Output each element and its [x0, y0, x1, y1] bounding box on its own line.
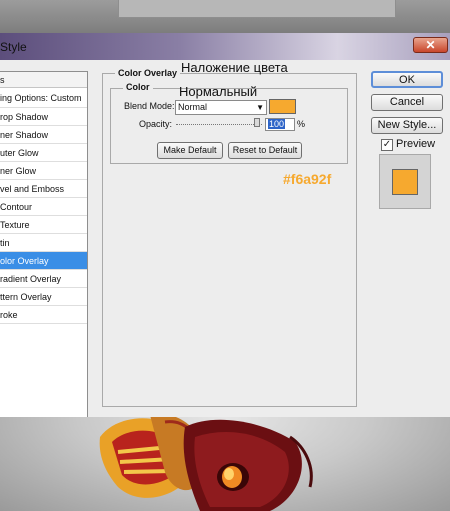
background-field — [118, 0, 396, 18]
annotation-blend-ru: Нормальный — [179, 84, 258, 99]
opacity-value: 100 — [268, 119, 286, 129]
opacity-slider-thumb[interactable] — [254, 118, 260, 127]
preview-swatch — [392, 169, 418, 195]
opacity-unit: % — [297, 119, 306, 129]
style-item[interactable]: olor Overlay — [0, 252, 87, 270]
style-item[interactable]: Texture — [0, 216, 87, 234]
close-button[interactable]: ✕ — [413, 37, 448, 53]
annotation-hex-color: #f6a92f — [283, 171, 332, 187]
opacity-slider-track[interactable] — [176, 124, 262, 125]
annotation-title-ru: Наложение цвета — [181, 60, 288, 75]
style-item[interactable]: Contour — [0, 198, 87, 216]
title-bar[interactable]: Style ✕ — [0, 33, 450, 60]
styles-list: s ing Options: Custom rop Shadow ner Shad… — [0, 71, 88, 437]
preview-label: Preview — [396, 138, 436, 150]
style-item[interactable]: roke — [0, 306, 87, 324]
style-item[interactable]: ttern Overlay — [0, 288, 87, 306]
opacity-label: Opacity: — [139, 119, 173, 129]
make-default-button[interactable]: Make Default — [157, 142, 223, 159]
desktop-strip — [0, 0, 450, 33]
document-canvas — [0, 417, 450, 511]
blend-mode-value: Normal — [178, 102, 208, 112]
blending-options-item[interactable]: ing Options: Custom — [0, 88, 87, 108]
blend-mode-label: Blend Mode: — [124, 101, 175, 111]
overlay-color-swatch[interactable] — [269, 99, 296, 114]
chevron-down-icon: ▼ — [256, 103, 264, 112]
reset-to-default-button[interactable]: Reset to Default — [228, 142, 302, 159]
styles-header[interactable]: s — [0, 72, 87, 88]
style-item[interactable]: vel and Emboss — [0, 180, 87, 198]
style-item[interactable]: ner Glow — [0, 162, 87, 180]
artwork-image — [99, 417, 313, 511]
blend-mode-select[interactable]: Normal ▼ — [175, 100, 267, 115]
checkmark-icon: ✓ — [382, 139, 392, 150]
ok-button[interactable]: OK — [371, 71, 443, 88]
new-style-button[interactable]: New Style... — [371, 117, 443, 134]
color-subgroup-title: Color — [123, 82, 153, 92]
style-item[interactable]: uter Glow — [0, 144, 87, 162]
style-item[interactable]: ner Shadow — [0, 126, 87, 144]
cancel-button[interactable]: Cancel — [371, 94, 443, 111]
style-items: rop Shadow ner Shadow uter Glow ner Glow vel… — [0, 108, 87, 324]
preview-checkbox[interactable]: ✓ — [381, 139, 393, 151]
color-overlay-title: Color Overlay — [115, 68, 181, 78]
style-preview — [379, 154, 431, 209]
style-item[interactable]: rop Shadow — [0, 108, 87, 126]
close-icon: ✕ — [425, 38, 436, 52]
opacity-input[interactable]: 100 — [265, 118, 295, 131]
style-item[interactable]: radient Overlay — [0, 270, 87, 288]
style-item[interactable]: tin — [0, 234, 87, 252]
window-title: Style — [0, 40, 27, 54]
